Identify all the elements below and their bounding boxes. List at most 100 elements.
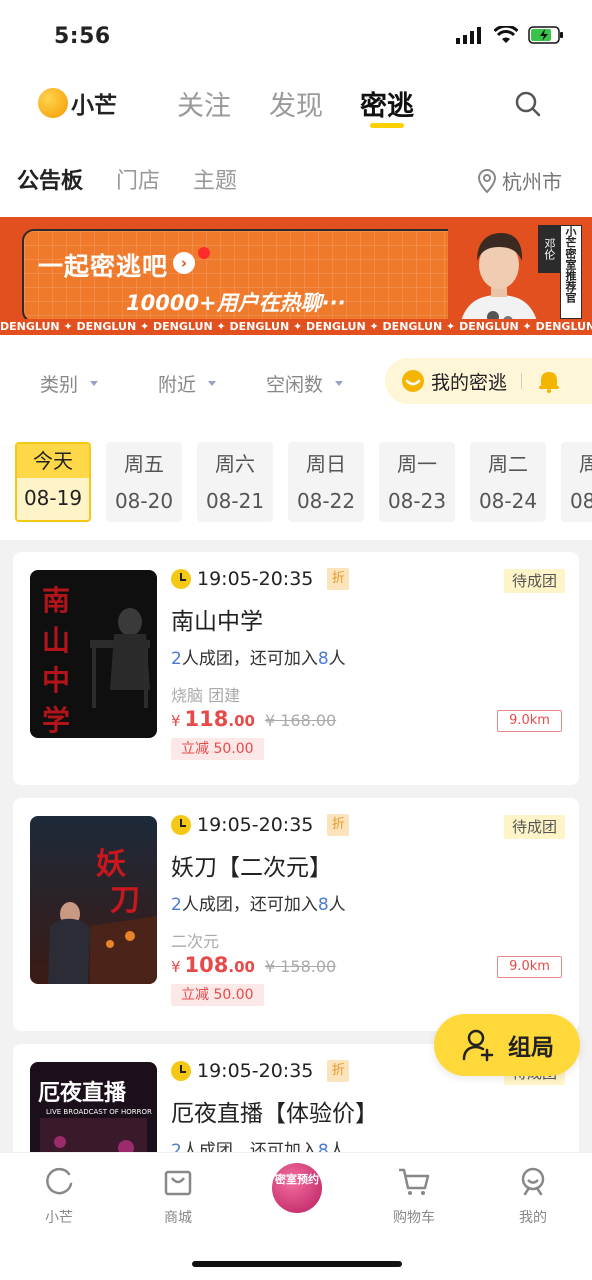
tab-profile[interactable]: 我的 bbox=[488, 1163, 578, 1227]
banner-title: 一起密逃吧 bbox=[38, 252, 169, 281]
svg-text:山: 山 bbox=[42, 624, 70, 657]
date-item[interactable]: 周六 08-21 bbox=[197, 442, 273, 522]
svg-text:妖: 妖 bbox=[96, 847, 126, 882]
date-item[interactable]: 周五 08-20 bbox=[106, 442, 182, 522]
create-group-button[interactable]: 组局 bbox=[434, 1014, 580, 1076]
room-tags: 烧脑 团建 bbox=[171, 686, 241, 705]
profile-icon bbox=[521, 1167, 545, 1196]
location-text: 杭州市 bbox=[502, 170, 562, 194]
members-unit: 人 bbox=[328, 649, 346, 669]
bell-icon[interactable] bbox=[538, 369, 560, 393]
my-escape-button[interactable]: 我的密逃 bbox=[385, 358, 592, 404]
clock-icon bbox=[171, 815, 191, 835]
original-price: ¥ 158.00 bbox=[264, 957, 337, 976]
person-photo bbox=[448, 221, 550, 335]
date-item[interactable]: 周一 08-23 bbox=[379, 442, 455, 522]
price-row: ¥108.00 ¥ 158.00 bbox=[171, 953, 336, 977]
date-md: 08-23 bbox=[387, 489, 447, 513]
discount-badge: 折 bbox=[327, 814, 350, 836]
price-integer: 118 bbox=[184, 707, 229, 731]
time-row: 19:05-20:35 折 bbox=[171, 814, 350, 836]
home-logo-icon bbox=[46, 1167, 73, 1195]
discount-label: 立减 50.00 bbox=[171, 984, 264, 1006]
filter-nearby-label: 附近 bbox=[158, 374, 197, 396]
status-icons bbox=[456, 26, 564, 44]
shopping-bag-icon bbox=[164, 1170, 192, 1196]
subtab-themes[interactable]: 主题 bbox=[193, 163, 237, 195]
logo-icon bbox=[38, 88, 68, 118]
date-dow: 今天 bbox=[17, 444, 89, 478]
price-fraction: .00 bbox=[228, 712, 255, 730]
location-pin-icon bbox=[478, 168, 496, 193]
date-md: 08-19 bbox=[23, 486, 83, 510]
clock-icon bbox=[171, 1061, 191, 1081]
room-card[interactable]: 妖 刀 19:05-20:35 折 待成团 妖刀【二次元】 2人成团，还可加入8… bbox=[13, 798, 579, 1031]
members-current: 2 bbox=[171, 649, 182, 669]
price-row: ¥118.00 ¥ 168.00 bbox=[171, 707, 336, 731]
tab-cart[interactable]: 购物车 bbox=[369, 1163, 459, 1227]
room-tags: 二次元 bbox=[171, 932, 220, 951]
logo-text: 小芒 bbox=[71, 93, 117, 119]
tab-profile-label: 我的 bbox=[519, 1210, 547, 1226]
members-available: 8 bbox=[317, 895, 329, 915]
tab-cart-label: 购物车 bbox=[393, 1210, 435, 1226]
banner-subtitle: 10000+用户在热聊··· bbox=[126, 291, 346, 315]
svg-text:厄夜直播: 厄夜直播 bbox=[38, 1080, 127, 1106]
my-escape-label: 我的密逃 bbox=[431, 371, 508, 394]
subtab-bulletin[interactable]: 公告板 bbox=[17, 163, 83, 195]
session-time: 19:05-20:35 bbox=[197, 568, 314, 590]
room-card[interactable]: 南 山 中 学 19:05-20:35 折 待成团 南山中学 2人成团，还可加入… bbox=[13, 552, 579, 785]
distance-badge: 9.0km bbox=[497, 956, 562, 978]
location-selector[interactable]: 杭州市 bbox=[478, 166, 562, 195]
cart-icon bbox=[399, 1168, 430, 1195]
signal-icon bbox=[456, 27, 481, 44]
filter-category-label: 类别 bbox=[40, 374, 79, 396]
tab-discover[interactable]: 发现 bbox=[269, 84, 323, 123]
date-item[interactable]: 周日 08-22 bbox=[288, 442, 364, 522]
tab-mall[interactable]: 商城 bbox=[133, 1163, 223, 1227]
tab-home[interactable]: 小芒 bbox=[14, 1163, 104, 1227]
room-title: 厄夜直播【体验价】 bbox=[171, 1101, 378, 1127]
session-time: 19:05-20:35 bbox=[197, 1060, 314, 1082]
tab-follow[interactable]: 关注 bbox=[177, 84, 231, 123]
tab-escape[interactable]: 密逃 bbox=[360, 84, 414, 123]
members-current: 2 bbox=[171, 895, 182, 915]
app-logo[interactable]: 小芒 bbox=[38, 86, 117, 120]
caret-down-icon bbox=[335, 381, 344, 386]
svg-text:刀: 刀 bbox=[110, 883, 140, 918]
members-text: 人成团，还可加入 bbox=[181, 649, 318, 669]
date-item[interactable]: 周二 08-24 bbox=[470, 442, 546, 522]
search-icon[interactable] bbox=[514, 90, 542, 118]
svg-text:LIVE BROADCAST OF HORROR: LIVE BROADCAST OF HORROR bbox=[46, 1108, 152, 1116]
subtab-stores[interactable]: 门店 bbox=[116, 163, 160, 195]
escape-booking-icon[interactable]: 密室预约 bbox=[272, 1163, 322, 1213]
filter-category[interactable]: 类别 bbox=[40, 370, 99, 397]
clock-icon bbox=[171, 569, 191, 589]
room-title: 南山中学 bbox=[171, 609, 263, 635]
discount-badge: 折 bbox=[327, 1060, 350, 1082]
battery-icon bbox=[528, 26, 563, 44]
red-dot-icon bbox=[198, 247, 210, 259]
wifi-icon bbox=[494, 26, 518, 43]
filter-free-seats[interactable]: 空闲数 bbox=[266, 370, 344, 397]
active-tab-indicator bbox=[370, 123, 404, 128]
members-text: 人成团，还可加入 bbox=[181, 895, 318, 915]
tab-mall-label: 商城 bbox=[164, 1210, 192, 1226]
filter-nearby[interactable]: 附近 bbox=[158, 370, 217, 397]
distance-badge: 9.0km bbox=[497, 710, 562, 732]
date-dow: 周六 bbox=[215, 452, 255, 476]
tab-home-label: 小芒 bbox=[45, 1210, 73, 1226]
date-md: 08-25 bbox=[569, 489, 592, 513]
date-dow: 周一 bbox=[397, 452, 437, 476]
svg-text:中: 中 bbox=[42, 664, 70, 697]
promo-banner[interactable]: 一起密逃吧 › 10000+用户在热聊··· 邓伦 小芒密室推荐官 DENGLU… bbox=[0, 217, 592, 335]
status-time: 5:56 bbox=[54, 24, 111, 49]
date-dow: 周三 bbox=[579, 452, 592, 476]
date-item[interactable]: 今天 08-19 bbox=[15, 442, 91, 522]
members-unit: 人 bbox=[328, 895, 346, 915]
home-indicator bbox=[192, 1261, 402, 1267]
caret-down-icon bbox=[208, 381, 217, 386]
date-item[interactable]: 周三 08-25 bbox=[561, 442, 592, 522]
date-md: 08-22 bbox=[296, 489, 356, 513]
time-row: 19:05-20:35 折 bbox=[171, 1060, 350, 1082]
